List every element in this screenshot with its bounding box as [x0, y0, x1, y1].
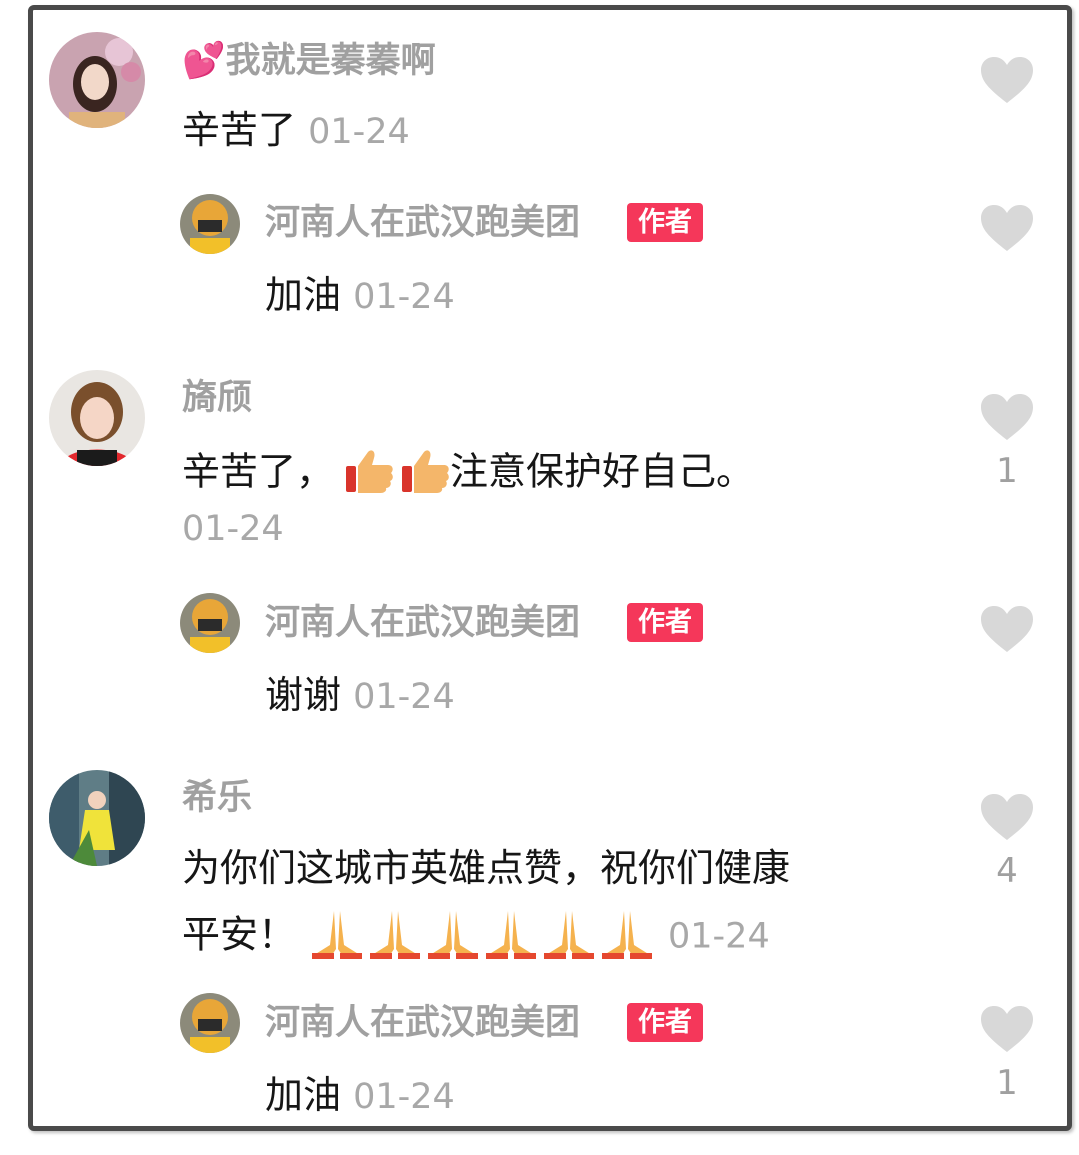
comment-body-2: 注意保护好自己。: [450, 449, 755, 494]
author-badge: 作者: [627, 1003, 703, 1043]
comment-date: 01-24: [308, 112, 410, 152]
reply-body: 加油: [265, 1073, 342, 1117]
reply-username[interactable]: 河南人在武汉跑美团: [265, 606, 580, 641]
reply-body: 加油: [265, 273, 342, 317]
comment-date: 01-24: [182, 509, 284, 549]
folded-hands-icon: [600, 909, 654, 965]
avatar[interactable]: [180, 593, 240, 653]
reply-text: 加油 01-24: [265, 1076, 455, 1115]
folded-hands-icon: [484, 909, 538, 965]
author-badge: 作者: [627, 603, 703, 643]
reply-date: 01-24: [353, 277, 455, 317]
reply-date: 01-24: [353, 1077, 455, 1117]
avatar[interactable]: [49, 370, 145, 466]
comment-text: 辛苦了 01-24: [182, 111, 410, 150]
reply-username[interactable]: 河南人在武汉跑美团: [265, 1006, 580, 1041]
thumbs-up-icon: [400, 448, 450, 500]
like-count: 1: [996, 451, 1018, 491]
comment-body: 辛苦了，: [182, 449, 335, 494]
folded-hands-icon: [542, 909, 596, 965]
reply-date: 01-24: [353, 677, 455, 717]
comment-username[interactable]: 希乐: [182, 781, 252, 816]
like-count: 1: [996, 1063, 1018, 1103]
comment-username[interactable]: 旖颀: [182, 381, 252, 416]
comment-username[interactable]: 💕我就是蓁蓁啊: [182, 44, 436, 79]
avatar[interactable]: [49, 770, 145, 866]
folded-hands-icon: [310, 909, 364, 965]
like-heart-icon[interactable]: [979, 55, 1035, 105]
like-heart-icon[interactable]: [979, 392, 1035, 442]
folded-hands-icon: [426, 909, 480, 965]
like-heart-icon[interactable]: [979, 1004, 1035, 1054]
folded-hands-icon: [368, 909, 422, 965]
comment-text-line2: 平安！ 01-24: [182, 909, 770, 965]
reply-body: 谢谢: [265, 673, 342, 717]
reply-text: 加油 01-24: [265, 276, 455, 315]
comment-date: 01-24: [668, 916, 770, 957]
reply-text: 谢谢 01-24: [265, 676, 455, 715]
like-heart-icon[interactable]: [979, 203, 1035, 253]
like-count: 4: [996, 851, 1018, 891]
avatar[interactable]: [180, 194, 240, 254]
reply-username[interactable]: 河南人在武汉跑美团: [265, 206, 580, 241]
thumbs-up-icon: [344, 448, 394, 500]
comment-text: 辛苦了， 注意保护好自己。: [182, 448, 754, 500]
like-heart-icon[interactable]: [979, 604, 1035, 654]
like-heart-icon[interactable]: [979, 792, 1035, 842]
comment-body: 平安！: [182, 912, 297, 957]
avatar[interactable]: [49, 32, 145, 128]
author-badge: 作者: [627, 203, 703, 243]
comment-text-line1: 为你们这城市英雄点赞，祝你们健康: [182, 846, 791, 890]
comment-body: 辛苦了: [182, 108, 297, 152]
avatar[interactable]: [180, 993, 240, 1053]
